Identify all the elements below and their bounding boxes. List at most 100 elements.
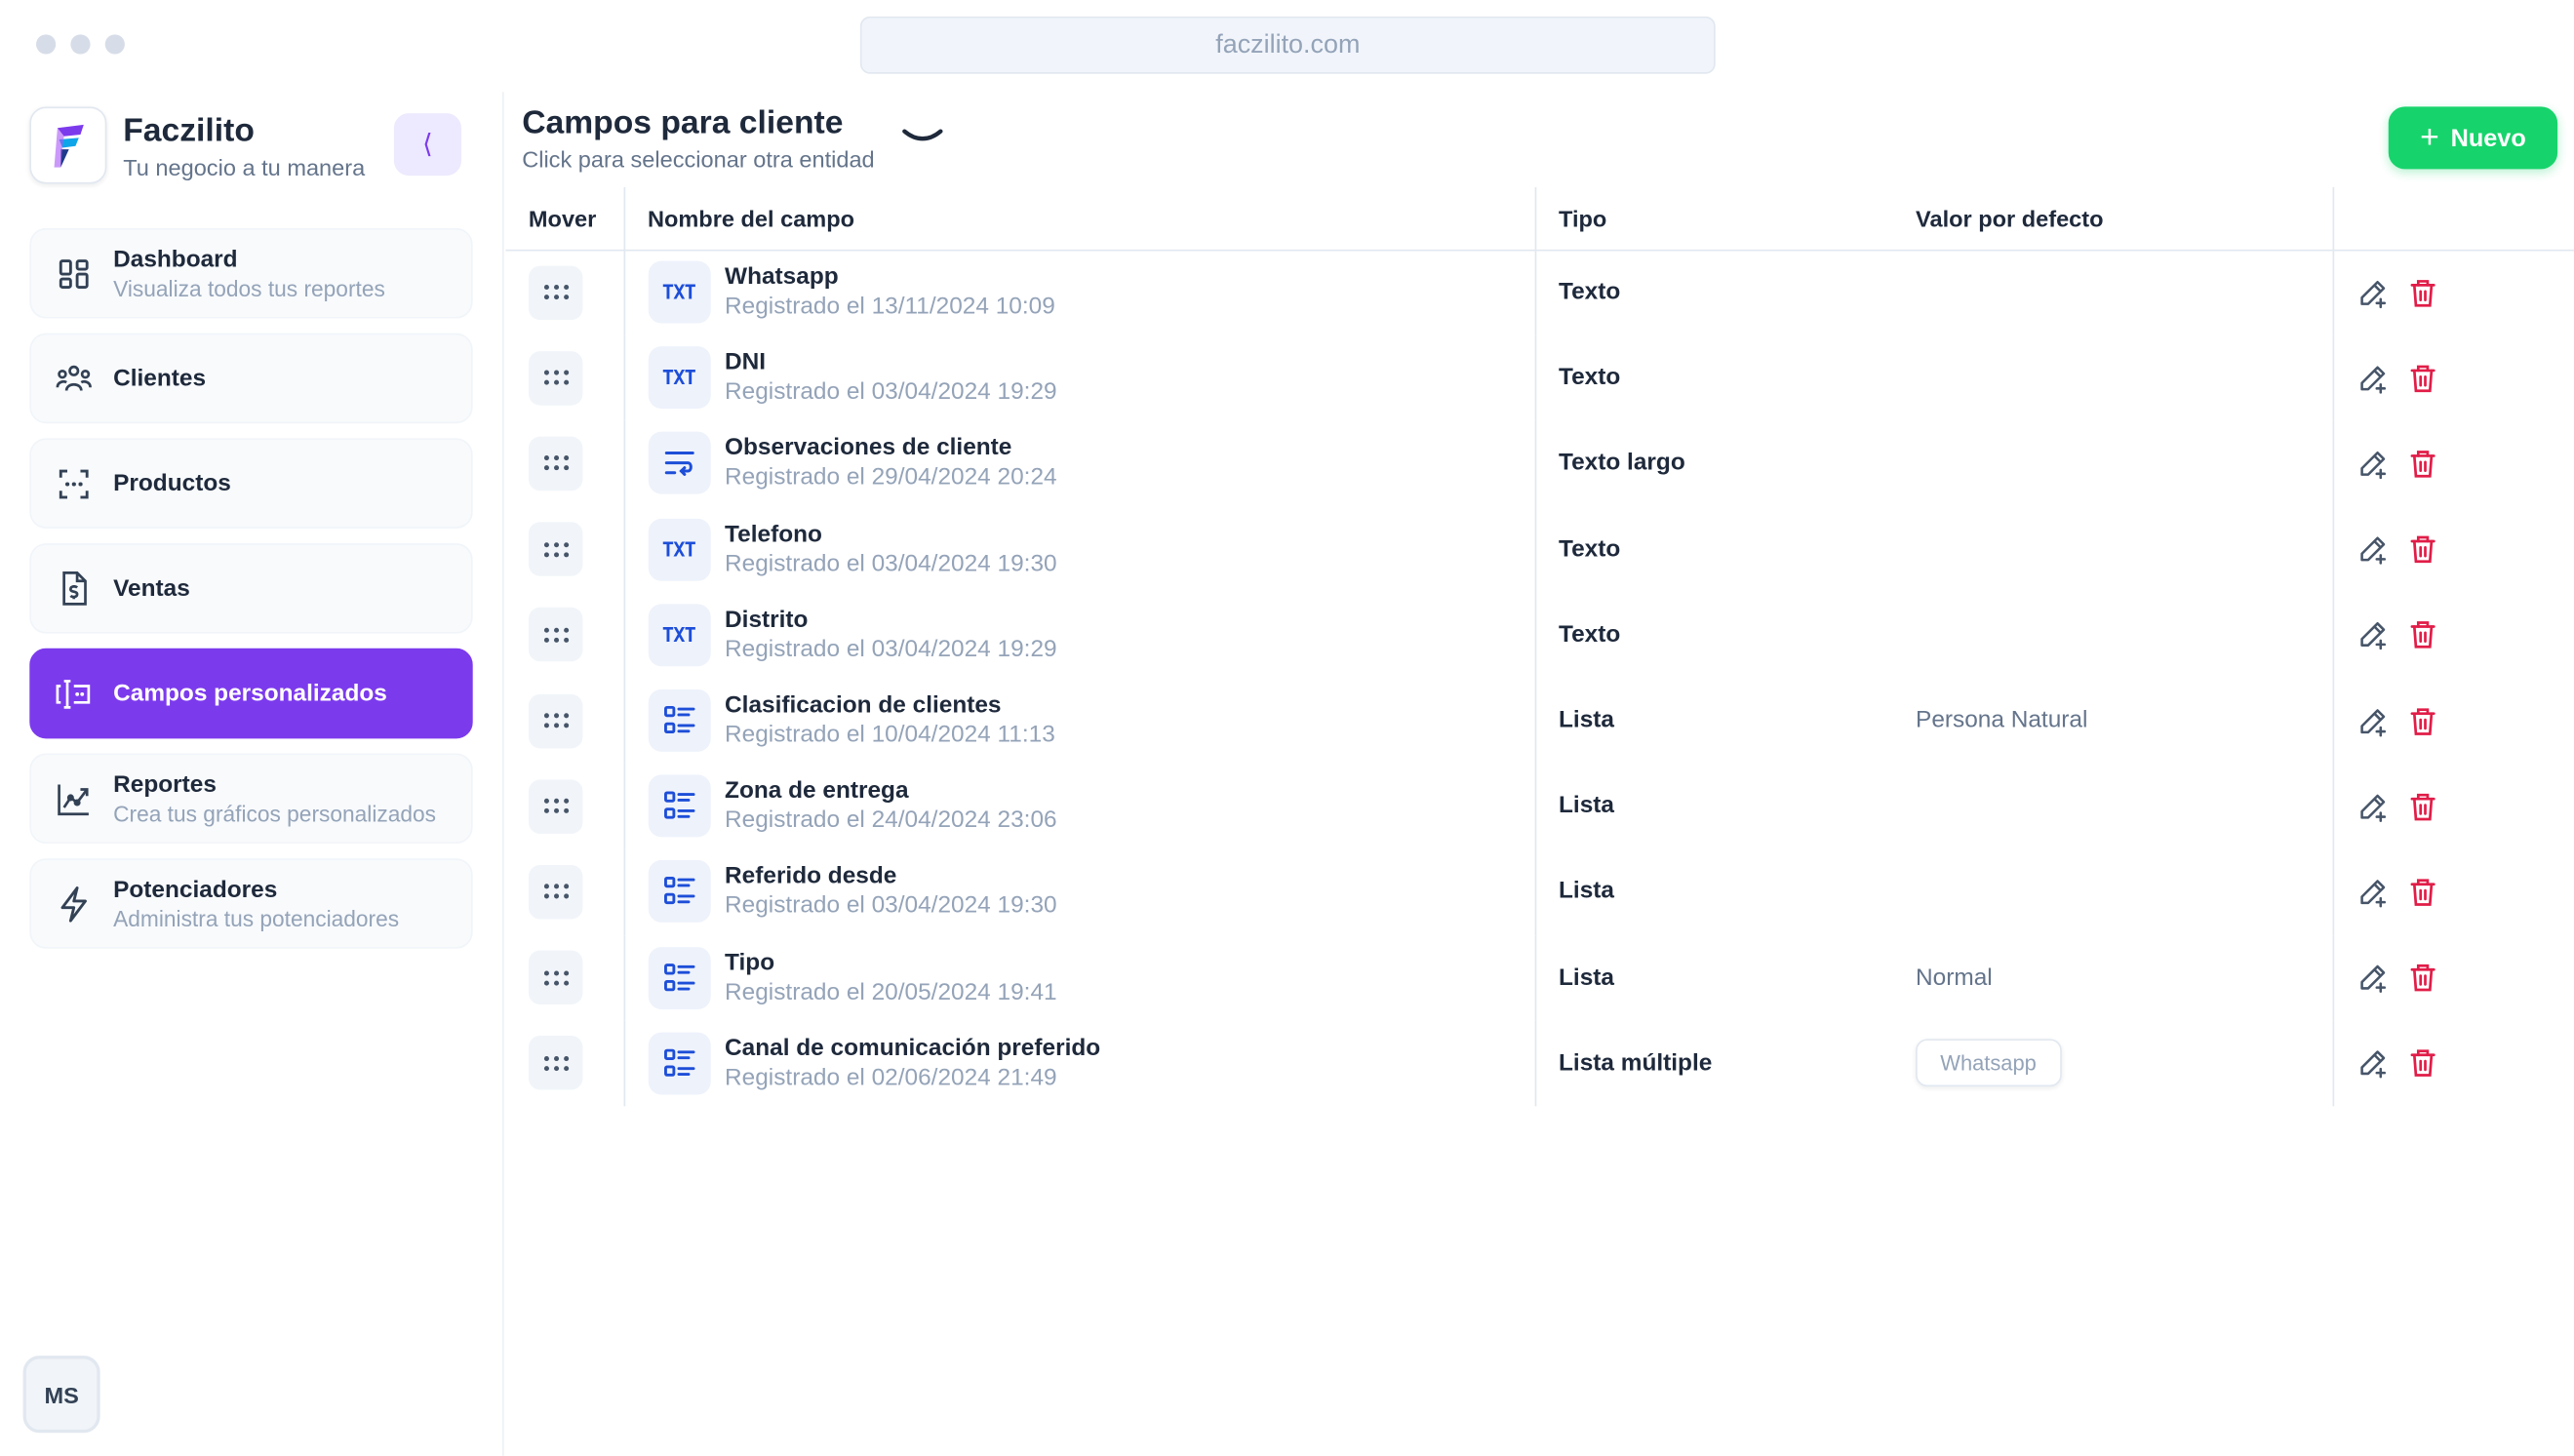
drag-dots-icon: [543, 713, 569, 728]
edit-icon[interactable]: [2356, 362, 2390, 395]
sidebar-item-clientes[interactable]: Clientes: [29, 333, 473, 424]
drag-handle[interactable]: [528, 693, 583, 748]
name-cell: Zona de entrega Registrado el 24/04/2024…: [623, 763, 1536, 849]
name-cell: Clasificacion de clientes Registrado el …: [623, 677, 1536, 764]
sidebar-item-productos[interactable]: Productos: [29, 438, 473, 529]
trash-icon[interactable]: [2405, 362, 2438, 395]
collapse-sidebar-button[interactable]: ⟨: [393, 113, 461, 177]
sidebar-item-label: Ventas: [113, 574, 190, 602]
txt-icon: TXT: [661, 623, 696, 647]
actions-cell: [2333, 934, 2574, 1020]
field-type: Texto: [1559, 365, 1621, 392]
sidebar-item-text: Dashboard Visualiza todos tus reportes: [113, 246, 385, 300]
name-cell: TXT Whatsapp Registrado el 13/11/2024 10…: [623, 249, 1536, 335]
trash-icon[interactable]: [2405, 704, 2438, 737]
drag-handle[interactable]: [528, 436, 583, 492]
trash-icon[interactable]: [2405, 532, 2438, 566]
edit-icon[interactable]: [2356, 1046, 2390, 1080]
window-dot[interactable]: [70, 34, 91, 55]
default-cell: [1892, 763, 2334, 849]
drag-handle[interactable]: [528, 522, 583, 576]
field-registered-date: Registrado el 03/04/2024 19:29: [725, 379, 1057, 407]
sidebar-item-text: Clientes: [113, 365, 206, 391]
sidebar-item-potenciadores[interactable]: Potenciadores Administra tus potenciador…: [29, 858, 473, 949]
sidebar-item-label: Productos: [113, 470, 231, 497]
edit-icon[interactable]: [2356, 532, 2390, 566]
table-row: TXT Telefono Registrado el 03/04/2024 19…: [505, 506, 2574, 593]
sidebar-item-campos-personalizados[interactable]: Campos personalizados: [29, 648, 473, 739]
window-dot[interactable]: [104, 34, 125, 55]
field-type-icon: TXT: [647, 261, 710, 325]
chevron-down-icon[interactable]: [899, 122, 945, 151]
sidebar-nav: Dashboard Visualiza todos tus reportes C…: [29, 227, 473, 964]
drag-handle[interactable]: [528, 265, 583, 320]
field-type: Lista: [1559, 964, 1614, 991]
new-field-button-label: Nuevo: [2450, 124, 2526, 152]
trash-icon[interactable]: [2405, 618, 2438, 651]
column-header-name: Nombre del campo: [623, 186, 1536, 251]
edit-icon[interactable]: [2356, 704, 2390, 737]
field-type-icon: [647, 946, 710, 1009]
main-content: Campos para cliente Click para seleccion…: [505, 92, 2574, 1456]
type-cell: Lista: [1535, 849, 1893, 935]
column-header-actions: [2332, 186, 2574, 251]
field-registered-date: Registrado el 13/11/2024 10:09: [725, 294, 1055, 321]
move-cell: [505, 763, 625, 849]
trash-icon[interactable]: [2405, 962, 2438, 995]
sidebar-item-text: Reportes Crea tus gráficos personalizado…: [113, 771, 436, 826]
default-cell: Persona Natural: [1892, 677, 2334, 764]
address-bar[interactable]: faczilito.com: [859, 16, 1716, 74]
edit-icon[interactable]: [2356, 962, 2390, 995]
faczilito-logo: [29, 106, 107, 184]
window-dot[interactable]: [36, 34, 57, 55]
trash-icon[interactable]: [2405, 448, 2438, 481]
field-type: Lista múltiple: [1559, 1049, 1713, 1077]
new-field-button[interactable]: + Nuevo: [2388, 106, 2558, 170]
chevron-left-icon: ⟨: [422, 131, 433, 160]
page-title[interactable]: Campos para cliente: [522, 105, 843, 143]
default-cell: [1892, 506, 2334, 593]
field-name: Distrito: [725, 607, 809, 634]
table-row: TXT Distrito Registrado el 03/04/2024 19…: [505, 592, 2574, 678]
trash-icon[interactable]: [2405, 876, 2438, 909]
default-cell: Normal: [1892, 934, 2334, 1021]
table-row: Referido desde Registrado el 03/04/2024 …: [505, 848, 2574, 935]
field-registered-date: Registrado el 02/06/2024 21:49: [725, 1064, 1057, 1091]
user-avatar[interactable]: MS: [22, 1356, 100, 1434]
fields-table: Mover Nombre del campo Tipo Valor por de…: [505, 186, 2574, 1107]
drag-handle[interactable]: [528, 1036, 583, 1090]
trash-icon[interactable]: [2405, 790, 2438, 823]
drag-handle[interactable]: [528, 950, 583, 1005]
actions-cell: [2333, 420, 2574, 506]
edit-icon[interactable]: [2356, 876, 2390, 909]
edit-icon[interactable]: [2356, 448, 2390, 481]
field-registered-date: Registrado el 24/04/2024 23:06: [725, 807, 1057, 835]
field-type: Lista: [1559, 879, 1614, 906]
move-cell: [505, 848, 625, 935]
drag-dots-icon: [543, 370, 569, 386]
sidebar-item-description: Visualiza todos tus reportes: [113, 275, 385, 300]
sidebar-item-text: Potenciadores Administra tus potenciador…: [113, 877, 399, 931]
drag-handle[interactable]: [528, 350, 583, 406]
name-cell: TXT DNI Registrado el 03/04/2024 19:29: [623, 334, 1536, 421]
txt-icon: TXT: [661, 366, 696, 390]
field-type: Texto: [1559, 535, 1621, 563]
sidebar-item-dashboard[interactable]: Dashboard Visualiza todos tus reportes: [29, 227, 473, 319]
sidebar-item-label: Potenciadores: [113, 876, 278, 903]
edit-icon[interactable]: [2356, 618, 2390, 651]
trash-icon[interactable]: [2405, 1046, 2438, 1080]
type-cell: Lista: [1535, 934, 1893, 1020]
edit-icon[interactable]: [2356, 790, 2390, 823]
trash-icon[interactable]: [2405, 276, 2438, 309]
sidebar-item-description: Administra tus potenciadores: [113, 906, 400, 931]
drag-handle[interactable]: [528, 608, 583, 662]
sidebar-item-reportes[interactable]: Reportes Crea tus gráficos personalizado…: [29, 753, 473, 845]
drag-handle[interactable]: [528, 778, 583, 834]
actions-cell: [2333, 678, 2574, 764]
drag-handle[interactable]: [528, 864, 583, 920]
type-cell: Texto largo: [1535, 420, 1893, 506]
sidebar-item-ventas[interactable]: Ventas: [29, 543, 473, 634]
edit-icon[interactable]: [2356, 276, 2390, 309]
move-cell: [505, 934, 625, 1021]
type-cell: Texto: [1535, 506, 1893, 592]
